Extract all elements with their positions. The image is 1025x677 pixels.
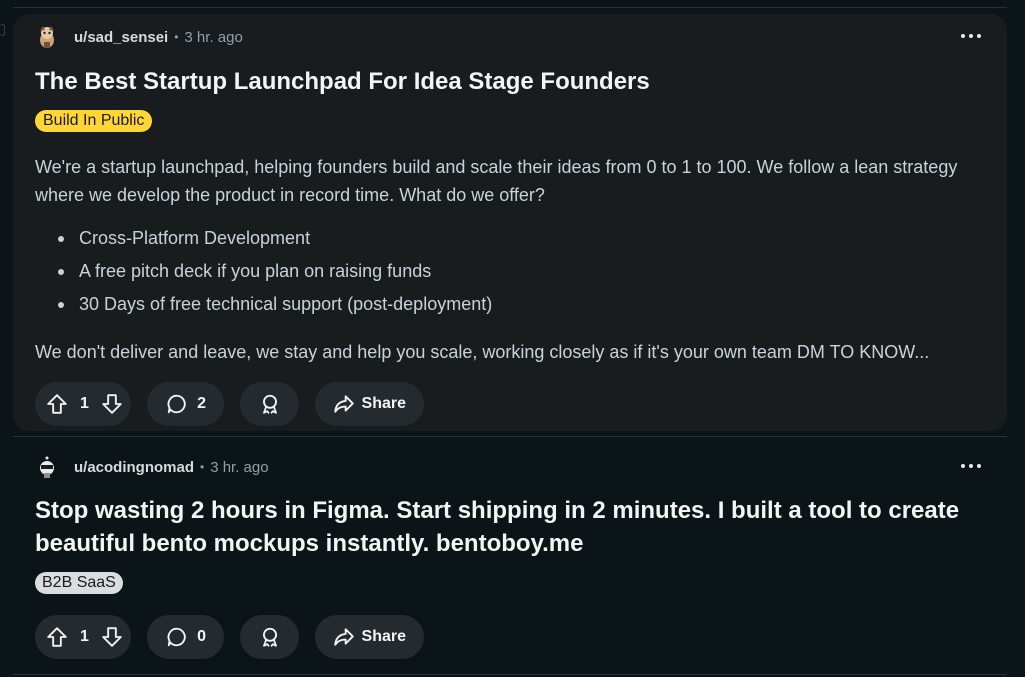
post-body-intro: We're a startup launchpad, helping found… xyxy=(35,157,958,205)
post-author[interactable]: u/acodingnomad xyxy=(74,459,194,476)
user-avatar-icon[interactable] xyxy=(35,455,59,479)
vote-control: 1 xyxy=(35,615,131,659)
post-flair[interactable]: B2B SaaS xyxy=(35,572,123,594)
meta-separator: • xyxy=(200,460,205,474)
upvote-arrow-icon[interactable] xyxy=(46,393,68,415)
downvote-arrow-icon[interactable] xyxy=(101,393,123,415)
downvote-arrow-icon[interactable] xyxy=(101,626,123,648)
meta-separator: • xyxy=(174,30,179,44)
post-meta: u/acodingnomad • 3 hr. ago xyxy=(35,454,269,480)
post-meta: u/sad_sensei • 3 hr. ago xyxy=(35,24,243,50)
comments-button[interactable]: 0 xyxy=(147,615,224,659)
post-card[interactable]: u/sad_sensei • 3 hr. ago The Best Startu… xyxy=(13,14,1007,431)
share-button[interactable]: Share xyxy=(315,382,424,426)
share-arrow-icon xyxy=(334,395,354,413)
award-button[interactable] xyxy=(240,382,299,426)
comment-count: 0 xyxy=(197,628,206,645)
share-arrow-icon xyxy=(334,628,354,646)
post-divider xyxy=(13,436,1007,437)
comment-bubble-icon xyxy=(167,627,186,647)
more-options-icon[interactable] xyxy=(961,28,981,44)
post-timestamp: 3 hr. ago xyxy=(184,28,243,46)
list-item: 30 Days of free technical support (post-… xyxy=(58,288,985,321)
share-label: Share xyxy=(361,628,406,645)
bottom-divider xyxy=(13,674,1007,675)
post-title[interactable]: Stop wasting 2 hours in Figma. Start shi… xyxy=(35,494,975,560)
comment-bubble-icon xyxy=(167,394,186,414)
award-ribbon-icon xyxy=(262,627,277,647)
scroll-edge-indicator xyxy=(0,24,5,36)
list-item: A free pitch deck if you plan on raising… xyxy=(58,255,985,288)
post-body-list: Cross-Platform Development A free pitch … xyxy=(35,222,985,321)
comments-button[interactable]: 2 xyxy=(147,382,224,426)
more-options-icon[interactable] xyxy=(961,458,981,474)
vote-count: 1 xyxy=(80,395,89,412)
post-author[interactable]: u/sad_sensei xyxy=(74,29,168,46)
post-actions: 1 0 Share xyxy=(35,615,424,659)
award-ribbon-icon xyxy=(262,394,277,414)
post-flair[interactable]: Build In Public xyxy=(35,110,153,132)
post-body-closing: We don't deliver and leave, we stay and … xyxy=(35,342,930,362)
comment-count: 2 xyxy=(197,395,206,412)
share-label: Share xyxy=(361,395,406,412)
post-timestamp: 3 hr. ago xyxy=(210,458,269,476)
post-title[interactable]: The Best Startup Launchpad For Idea Stag… xyxy=(35,65,935,98)
user-avatar-icon[interactable] xyxy=(35,25,59,49)
top-divider xyxy=(13,7,1007,8)
post-actions: 1 2 Share xyxy=(35,382,424,426)
share-button[interactable]: Share xyxy=(315,615,424,659)
vote-count: 1 xyxy=(80,628,89,645)
post-body: We're a startup launchpad, helping found… xyxy=(35,153,985,366)
award-button[interactable] xyxy=(240,615,299,659)
upvote-arrow-icon[interactable] xyxy=(46,626,68,648)
post-card[interactable]: u/acodingnomad • 3 hr. ago Stop wasting … xyxy=(13,445,1007,669)
vote-control: 1 xyxy=(35,382,131,426)
list-item: Cross-Platform Development xyxy=(58,222,985,255)
